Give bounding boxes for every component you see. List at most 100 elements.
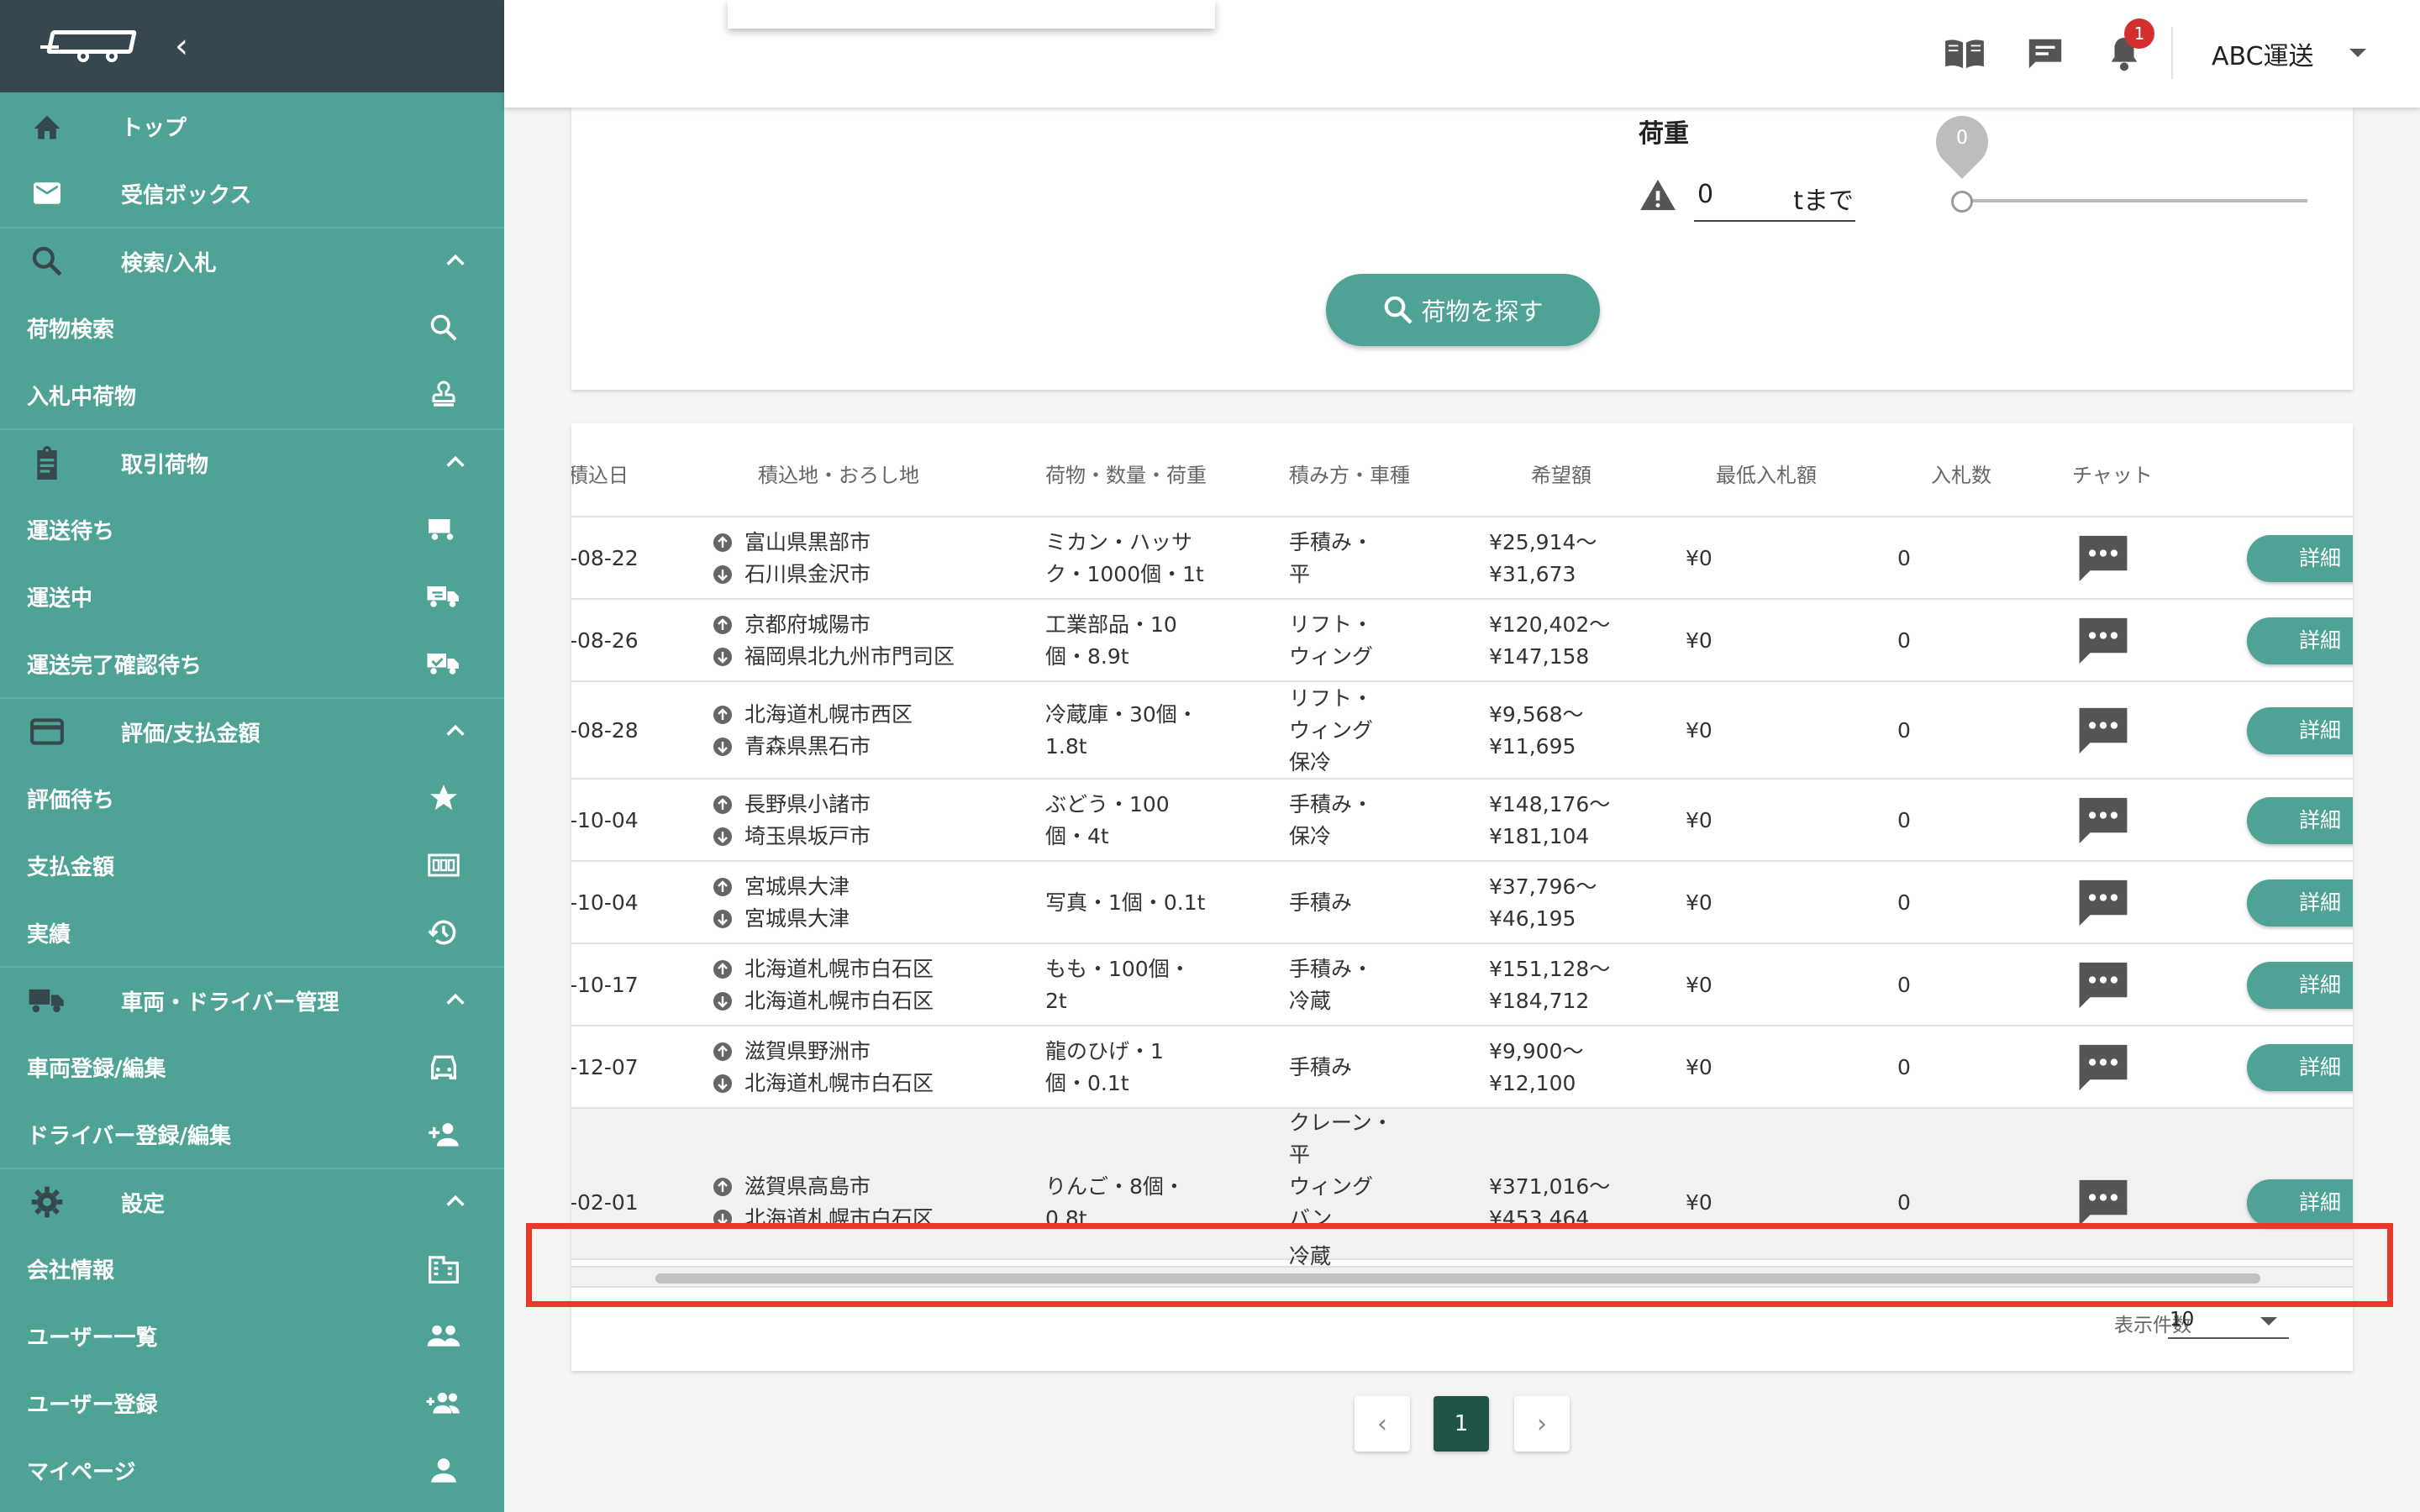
detail-button[interactable]: 詳細	[2247, 535, 2353, 582]
cell-line: ウィング	[1289, 718, 1374, 743]
sidebar-group-deals[interactable]: 取引荷物	[0, 428, 504, 496]
chevron-left-icon: ‹	[1377, 1409, 1387, 1439]
rows-per-page-select[interactable]: 10	[2168, 1304, 2289, 1339]
chat-bubble-icon[interactable]	[2077, 616, 2129, 666]
dropoff-location: 石川県金沢市	[744, 562, 871, 586]
sidebar-item-payment[interactable]: 支払金額	[0, 832, 504, 899]
page-button[interactable]: 1	[1434, 1396, 1489, 1452]
table-row[interactable]: -08-26 京都府城陽市 福岡県北九州市門司区 工業部品・10 個・8.9t リフト・ウ…	[571, 600, 2353, 682]
dropoff-location: 埼玉県坂戸市	[744, 824, 871, 848]
bell-icon[interactable]: 1	[2102, 18, 2154, 74]
sidebar-item-inbox[interactable]: 受信ボックス	[0, 160, 504, 227]
chevron-up-icon[interactable]	[444, 988, 467, 1015]
dropoff-location: 宮城県大津	[744, 906, 850, 931]
sidebar-group-settings[interactable]: 設定	[0, 1168, 504, 1235]
cell-bid-count: 0	[1897, 546, 1911, 570]
column-header-min-bid[interactable]: 最低入札額	[1716, 459, 1817, 488]
caret-down-icon[interactable]	[2349, 49, 2366, 57]
pickup-arrow-icon	[713, 705, 744, 725]
clipboard-icon	[24, 446, 71, 480]
chat-bubble-icon[interactable]	[2077, 795, 2129, 846]
cell-cargo: 冷蔵庫・30個・ 1.8t	[1045, 699, 1198, 763]
column-header-locations[interactable]: 積込地・おろし地	[758, 459, 919, 488]
sidebar-item-vehicle-register[interactable]: 車両登録/編集	[0, 1033, 504, 1100]
column-header-load-date[interactable]: 積込日	[571, 459, 629, 488]
sidebar-item-top[interactable]: トップ	[0, 92, 504, 160]
mail-icon	[24, 180, 71, 207]
cell-line: 保冷	[1289, 824, 1332, 848]
pickup-location: 京都府城陽市	[744, 612, 871, 637]
detail-button[interactable]: 詳細	[2247, 617, 2353, 664]
chat-bubble-icon[interactable]	[2077, 533, 2129, 584]
cell-locations: 滋賀県野洲市 北海道札幌市白石区	[713, 1036, 934, 1100]
sidebar-item-cargo-search[interactable]: 荷物検索	[0, 294, 504, 361]
column-header-loading[interactable]: 積み方・車種	[1289, 459, 1410, 488]
chat-bubble-icon[interactable]	[2077, 1042, 2129, 1093]
sidebar-item-driver-register[interactable]: ドライバー登録/編集	[0, 1100, 504, 1168]
pickup-arrow-icon	[713, 795, 744, 815]
home-icon	[24, 112, 71, 140]
chat-bubble-icon[interactable]	[2077, 1178, 2129, 1228]
horizontal-scrollbar[interactable]	[571, 1266, 2353, 1288]
table-row[interactable]: -08-22 富山県黒部市 石川県金沢市 ミカン・ハッサ ク・1000個・1t 手積み・平…	[571, 517, 2353, 600]
chat-bubble-icon[interactable]	[2077, 960, 2129, 1011]
detail-button[interactable]: 詳細	[2247, 962, 2353, 1009]
detail-button[interactable]: 詳細	[2247, 707, 2353, 754]
chevron-up-icon[interactable]	[444, 249, 467, 276]
column-header-desired[interactable]: 希望額	[1531, 459, 1591, 488]
chat-bubble-icon[interactable]	[2077, 706, 2129, 756]
weight-slider-track[interactable]	[1961, 199, 2307, 202]
prev-page-button[interactable]: ‹	[1355, 1396, 1410, 1452]
table-row[interactable]: -08-28 北海道札幌市西区 青森県黒石市 冷蔵庫・30個・ 1.8t リフト・ ウィング…	[571, 682, 2353, 780]
sidebar-item-results[interactable]: 実績	[0, 899, 504, 966]
table-row[interactable]: -10-04 宮城県大津 宮城県大津 写真・1個・0.1t 手積み ¥37,796〜 ¥46…	[571, 862, 2353, 944]
chat-icon[interactable]	[2023, 34, 2067, 74]
cell-loading: 手積み・平	[1289, 527, 1373, 591]
pickup-arrow-icon	[713, 877, 744, 897]
column-header-bid-count[interactable]: 入札数	[1931, 459, 1991, 488]
scrollbar-thumb[interactable]	[655, 1273, 2260, 1284]
sidebar-group-search[interactable]: 検索/入札	[0, 227, 504, 294]
find-cargo-button[interactable]: 荷物を探す	[1326, 274, 1600, 346]
sidebar-group-vehicle[interactable]: 車両・ドライバー管理	[0, 966, 504, 1033]
sidebar-item-company-info[interactable]: 会社情報	[0, 1235, 504, 1302]
chevron-up-icon[interactable]	[444, 450, 467, 477]
cell-desired: ¥151,128〜 ¥184,712	[1489, 953, 1610, 1017]
sidebar-item-awaiting-transport[interactable]: 運送待ち	[0, 496, 504, 563]
detail-button[interactable]: 詳細	[2247, 797, 2353, 844]
weight-value[interactable]: 0	[1697, 180, 1713, 209]
detail-button[interactable]: 詳細	[2247, 1179, 2353, 1226]
cell-bid-count: 0	[1897, 1055, 1911, 1079]
sidebar-item-my-page[interactable]: マイページ	[0, 1436, 504, 1504]
chat-bubble-icon[interactable]	[2077, 878, 2129, 928]
table-row[interactable]: -10-04 長野県小諸市 埼玉県坂戸市 ぶどう・100 個・4t 手積み・ 保冷 ¥148,…	[571, 780, 2353, 862]
weight-slider-thumb[interactable]	[1951, 191, 1973, 213]
table-row[interactable]: -12-07 滋賀県野洲市 北海道札幌市白石区 龍のひげ・1 個・0.1t 手積み ¥9,9…	[571, 1026, 2353, 1109]
column-header-cargo[interactable]: 荷物・数量・荷重	[1045, 459, 1207, 488]
cell-line: 2t	[1045, 989, 1067, 1013]
sidebar-item-user-register[interactable]: ユーザー登録	[0, 1369, 504, 1436]
truck-logo-icon[interactable]	[40, 30, 137, 62]
company-name[interactable]: ABC運送	[2212, 35, 2314, 72]
table-row[interactable]: -02-01 滋賀県高島市 北海道札幌市白石区 りんご・8個・ 0.8t クレーン・平ウィ…	[571, 1109, 2353, 1260]
sidebar-item-in-transport[interactable]: 運送中	[0, 563, 504, 630]
sidebar-item-awaiting-eval[interactable]: 評価待ち	[0, 764, 504, 832]
book-icon[interactable]	[1943, 34, 1986, 74]
sidebar-item-awaiting-confirmation[interactable]: 運送完了確認待ち	[0, 630, 504, 697]
sidebar-item-bidding[interactable]: 入札中荷物	[0, 361, 504, 428]
chevron-up-icon[interactable]	[444, 1189, 467, 1216]
detail-button[interactable]: 詳細	[2247, 879, 2353, 927]
weight-input[interactable]: 0 tまで	[1694, 175, 1855, 222]
sidebar-group-evaluation[interactable]: 評価/支払金額	[0, 697, 504, 764]
table-row[interactable]: -10-17 北海道札幌市白石区 北海道札幌市白石区 もも・100個・ 2t 手積み・ 冷蔵…	[571, 944, 2353, 1026]
next-page-button[interactable]: ›	[1514, 1396, 1570, 1452]
cell-load-date: -08-28	[571, 718, 639, 743]
cell-line: りんご・8個・	[1045, 1174, 1185, 1199]
cell-line: 個・8.9t	[1045, 644, 1129, 669]
detail-button[interactable]: 詳細	[2247, 1044, 2353, 1091]
sidebar-item-user-list[interactable]: ユーザー一覧	[0, 1302, 504, 1369]
cell-loading: リフト・ ウィング 保冷	[1289, 683, 1373, 779]
column-header-chat[interactable]: チャット	[2072, 459, 2153, 488]
chevron-up-icon[interactable]	[444, 719, 467, 746]
collapse-sidebar-button[interactable]: ‹	[175, 29, 188, 63]
